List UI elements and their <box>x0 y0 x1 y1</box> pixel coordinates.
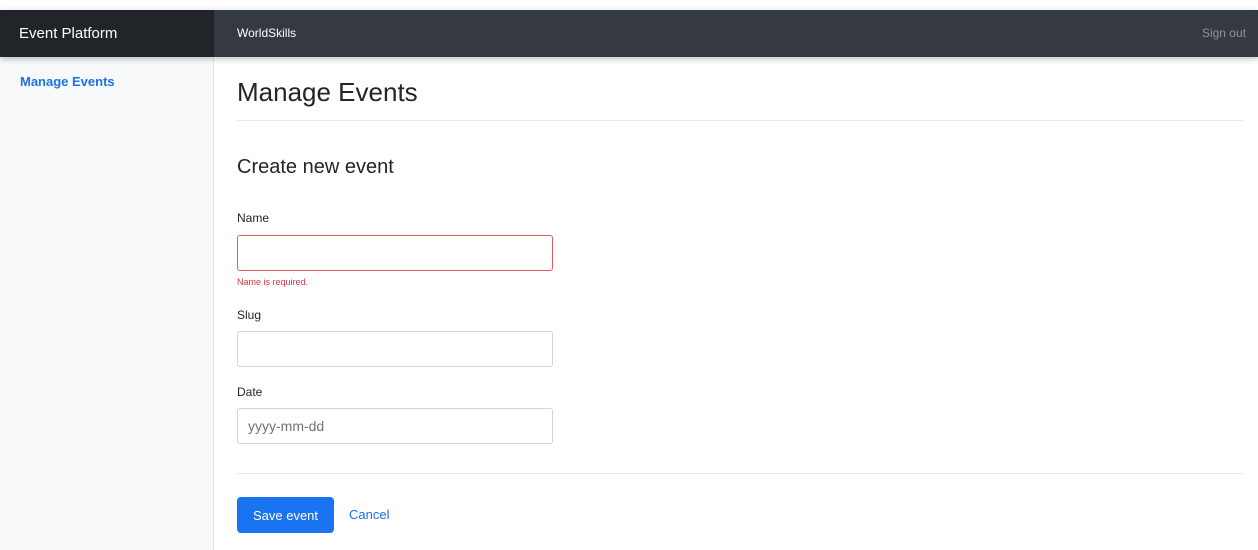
sidebar: Manage Events <box>0 57 214 550</box>
title-divider <box>237 120 1243 121</box>
organization-name: WorldSkills <box>237 26 297 40</box>
name-field[interactable] <box>237 235 553 271</box>
sidebar-item-manage-events[interactable]: Manage Events <box>20 74 115 89</box>
sign-out-link[interactable]: Sign out <box>1202 10 1246 57</box>
top-navbar: Event Platform WorldSkills Sign out <box>0 10 1258 57</box>
date-field[interactable] <box>237 408 553 444</box>
slug-field[interactable] <box>237 331 553 367</box>
page-title: Manage Events <box>237 77 418 107</box>
save-event-button[interactable]: Save event <box>237 497 334 533</box>
main-content: Manage Events Create new event Name Name… <box>214 57 1258 550</box>
name-label: Name <box>237 211 270 225</box>
slug-label: Slug <box>237 308 262 322</box>
form-divider <box>237 473 1243 474</box>
name-error-message: Name is required. <box>237 277 309 287</box>
date-label: Date <box>237 385 263 399</box>
section-title: Create new event <box>237 156 394 178</box>
brand-title[interactable]: Event Platform <box>0 10 214 57</box>
cancel-link[interactable]: Cancel <box>349 507 389 522</box>
